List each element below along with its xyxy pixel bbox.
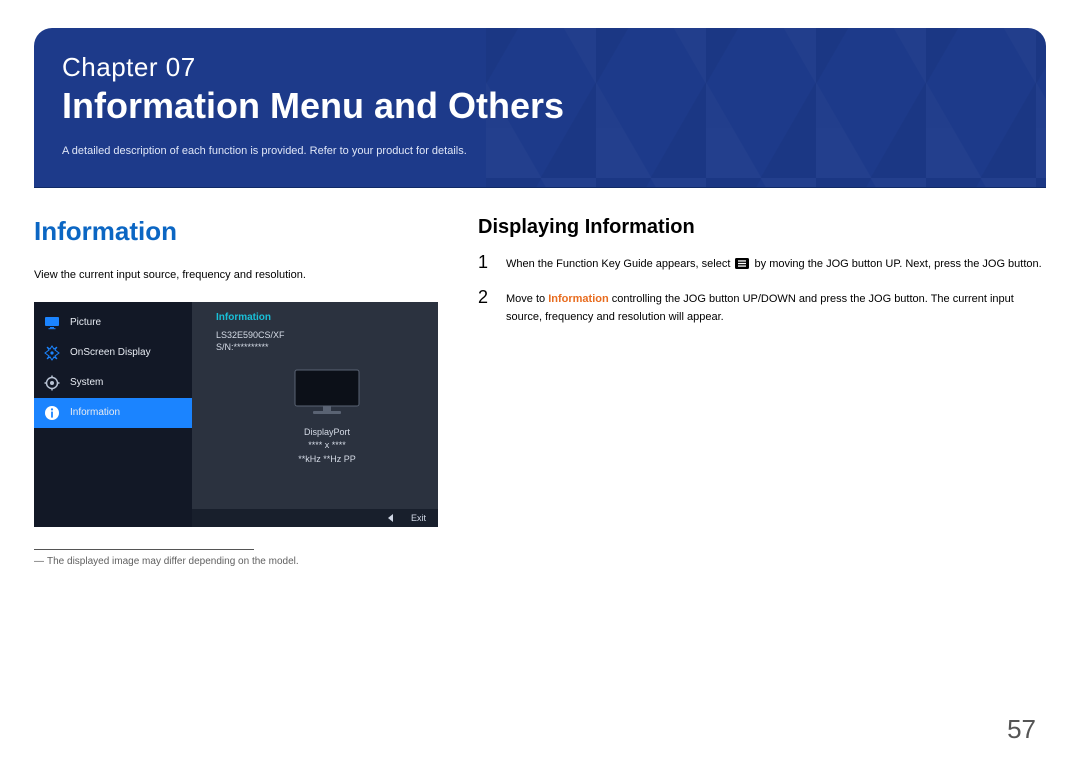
osd-serial-number: S/N:********** <box>216 341 438 354</box>
osd-info-panel: Information LS32E590CS/XF S/N:**********… <box>192 302 438 527</box>
step-number: 1 <box>478 253 494 276</box>
step-2-text-a: Move to <box>506 293 548 305</box>
osd-sidebar-label: Information <box>70 407 120 418</box>
osd-sidebar: Picture OnScreen Display System <box>34 302 192 527</box>
step-2-keyword: Information <box>548 293 609 305</box>
osd-sidebar-label: System <box>70 377 103 388</box>
osd-sidebar-item-onscreen-display[interactable]: OnScreen Display <box>34 338 192 368</box>
osd-monitor-illustration <box>293 368 361 418</box>
step-number: 2 <box>478 288 494 327</box>
right-column: Displaying Information 1 When the Functi… <box>478 216 1046 567</box>
step-body: Move to Information controlling the JOG … <box>506 288 1046 327</box>
info-icon <box>44 405 60 421</box>
osd-sidebar-item-information[interactable]: Information <box>34 398 192 428</box>
osd-sidebar-label: OnScreen Display <box>70 347 151 358</box>
chapter-prefix: Chapter <box>62 52 166 82</box>
step-1-text-a: When the Function Key Guide appears, sel… <box>506 258 733 270</box>
section-heading-information: Information <box>34 216 438 247</box>
osd-panel-title: Information <box>216 312 438 323</box>
osd-resolution: **** x **** <box>216 439 438 453</box>
page-number: 57 <box>1007 714 1036 745</box>
information-description: View the current input source, frequency… <box>34 267 438 284</box>
steps-list: 1 When the Function Key Guide appears, s… <box>478 253 1046 327</box>
manual-page: Chapter 07 Information Menu and Others A… <box>0 0 1080 763</box>
banner-pattern <box>486 28 1046 188</box>
osd-sidebar-label: Picture <box>70 317 101 328</box>
target-icon <box>44 345 60 361</box>
step-body: When the Function Key Guide appears, sel… <box>506 253 1046 276</box>
step-1: 1 When the Function Key Guide appears, s… <box>478 253 1046 276</box>
osd-port: DisplayPort <box>216 426 438 440</box>
footnote: ― The displayed image may differ dependin… <box>34 556 438 567</box>
gear-icon <box>44 375 60 391</box>
footnote-dash: ― <box>34 556 43 567</box>
section-heading-displaying: Displaying Information <box>478 216 1046 239</box>
osd-frequency: **kHz **Hz PP <box>216 453 438 467</box>
osd-footer: Exit <box>192 509 438 527</box>
osd-sidebar-item-picture[interactable]: Picture <box>34 308 192 338</box>
menu-icon <box>735 257 749 276</box>
chapter-banner: Chapter 07 Information Menu and Others A… <box>34 28 1046 188</box>
osd-sidebar-item-system[interactable]: System <box>34 368 192 398</box>
left-arrow-icon[interactable] <box>388 514 393 522</box>
chapter-number: 07 <box>166 52 196 82</box>
step-1-text-b: by moving the JOG button UP. Next, press… <box>755 258 1042 270</box>
monitor-icon <box>44 315 60 331</box>
osd-screenshot: Picture OnScreen Display System <box>34 302 438 527</box>
step-2: 2 Move to Information controlling the JO… <box>478 288 1046 327</box>
osd-model-number: LS32E590CS/XF <box>216 329 438 342</box>
left-column: Information View the current input sourc… <box>34 216 438 567</box>
footnote-text: The displayed image may differ depending… <box>47 556 299 567</box>
osd-exit-label[interactable]: Exit <box>411 513 426 523</box>
footnote-rule <box>34 549 254 550</box>
body-columns: Information View the current input sourc… <box>34 216 1046 567</box>
